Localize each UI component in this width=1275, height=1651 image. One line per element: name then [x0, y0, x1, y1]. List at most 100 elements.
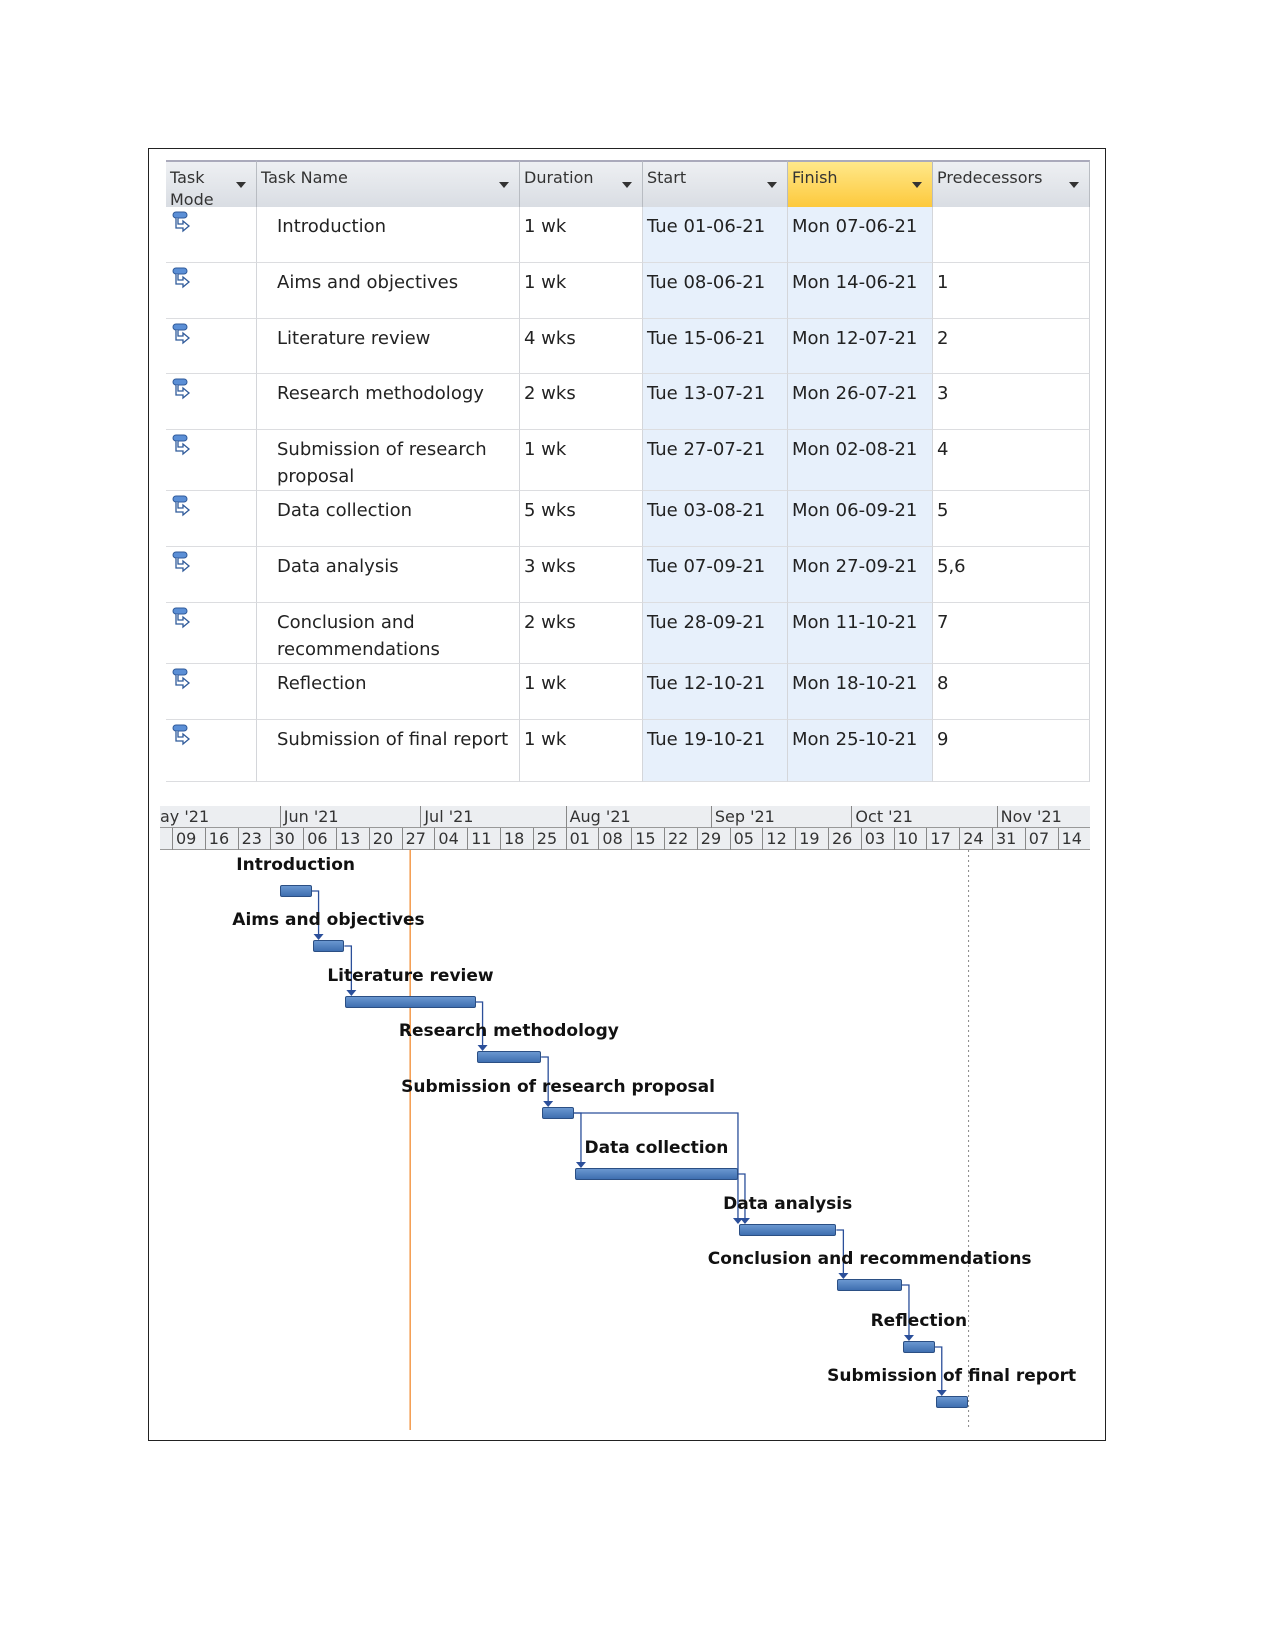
- column-header-finish[interactable]: Finish: [788, 160, 933, 207]
- cell-predecessors[interactable]: 5: [933, 491, 1090, 547]
- cell-predecessors[interactable]: 3: [933, 374, 1090, 430]
- cell-start[interactable]: Tue 07-09-21: [643, 547, 788, 603]
- task-task-name-text: Reflection: [277, 673, 367, 694]
- cell-start[interactable]: Tue 08-06-21: [643, 263, 788, 319]
- cell-task-name[interactable]: Submission of final report: [257, 720, 520, 782]
- task-bar-label: Data collection: [584, 1138, 729, 1158]
- column-header-predecessors[interactable]: Predecessors: [933, 160, 1090, 207]
- cell-task-name[interactable]: Reflection: [257, 664, 520, 720]
- task-bar[interactable]: [476, 1051, 542, 1063]
- task-finish-text: Mon 27-09-21: [792, 556, 918, 577]
- cell-task-name[interactable]: Introduction: [257, 207, 520, 263]
- task-bar-label: Literature review: [327, 966, 494, 986]
- dropdown-arrow-icon[interactable]: [1069, 182, 1079, 188]
- cell-finish[interactable]: Mon 25-10-21: [788, 720, 933, 782]
- cell-start[interactable]: Tue 01-06-21: [643, 207, 788, 263]
- task-bar[interactable]: [542, 1107, 574, 1119]
- cell-predecessors[interactable]: 4: [933, 430, 1090, 491]
- cell-duration[interactable]: 1 wk: [520, 720, 643, 782]
- task-finish-text: Mon 18-10-21: [792, 673, 918, 694]
- task-bar[interactable]: [738, 1224, 837, 1236]
- dropdown-arrow-icon[interactable]: [912, 182, 922, 188]
- cell-finish[interactable]: Mon 06-09-21: [788, 491, 933, 547]
- cell-duration[interactable]: 2 wks: [520, 603, 643, 664]
- cell-predecessors[interactable]: [933, 207, 1090, 263]
- cell-finish[interactable]: Mon 18-10-21: [788, 664, 933, 720]
- cell-finish[interactable]: Mon 27-09-21: [788, 547, 933, 603]
- cell-task-name[interactable]: Aims and objectives: [257, 263, 520, 319]
- cell-task-mode[interactable]: [166, 603, 257, 664]
- task-bar[interactable]: [902, 1341, 935, 1353]
- task-finish-text: Mon 11-10-21: [792, 612, 918, 633]
- cell-start[interactable]: Tue 12-10-21: [643, 664, 788, 720]
- column-header-start[interactable]: Start: [643, 160, 788, 207]
- cell-task-mode[interactable]: [166, 720, 257, 782]
- cell-task-mode[interactable]: [166, 319, 257, 374]
- cell-start[interactable]: Tue 28-09-21: [643, 603, 788, 664]
- cell-predecessors[interactable]: 2: [933, 319, 1090, 374]
- cell-duration[interactable]: 1 wk: [520, 430, 643, 491]
- task-duration-text: 4 wks: [524, 328, 576, 349]
- cell-predecessors[interactable]: 9: [933, 720, 1090, 782]
- cell-duration[interactable]: 5 wks: [520, 491, 643, 547]
- cell-task-name[interactable]: Conclusion and recommendations: [257, 603, 520, 664]
- cell-predecessors[interactable]: 1: [933, 263, 1090, 319]
- task-bar-label: Research methodology: [398, 1021, 619, 1041]
- task-duration-text: 5 wks: [524, 500, 576, 521]
- column-header-duration[interactable]: Duration: [520, 160, 643, 207]
- cell-task-name[interactable]: Research methodology: [257, 374, 520, 430]
- cell-duration[interactable]: 1 wk: [520, 263, 643, 319]
- cell-task-mode[interactable]: [166, 664, 257, 720]
- task-task-name-text: Literature review: [277, 328, 431, 349]
- task-bar[interactable]: [312, 940, 345, 952]
- cell-predecessors[interactable]: 8: [933, 664, 1090, 720]
- cell-task-mode[interactable]: [166, 430, 257, 491]
- task-start-text: Tue 12-10-21: [647, 673, 766, 694]
- task-bar[interactable]: [345, 996, 476, 1008]
- cell-finish[interactable]: Mon 14-06-21: [788, 263, 933, 319]
- cell-finish[interactable]: Mon 12-07-21: [788, 319, 933, 374]
- cell-duration[interactable]: 4 wks: [520, 319, 643, 374]
- cell-duration[interactable]: 1 wk: [520, 207, 643, 263]
- task-bar[interactable]: [279, 885, 312, 897]
- column-header-task-mode[interactable]: Task Mode: [166, 160, 257, 209]
- cell-start[interactable]: Tue 27-07-21: [643, 430, 788, 491]
- task-bar[interactable]: [574, 1168, 738, 1180]
- cell-finish[interactable]: Mon 07-06-21: [788, 207, 933, 263]
- dropdown-arrow-icon[interactable]: [767, 182, 777, 188]
- cell-start[interactable]: Tue 15-06-21: [643, 319, 788, 374]
- column-header-label: Start: [647, 168, 687, 187]
- task-bar-label: Aims and objectives: [232, 910, 425, 930]
- column-header-label: Predecessors: [937, 168, 1043, 187]
- cell-finish[interactable]: Mon 11-10-21: [788, 603, 933, 664]
- task-bar[interactable]: [837, 1279, 902, 1291]
- cell-task-mode[interactable]: [166, 547, 257, 603]
- cell-task-mode[interactable]: [166, 374, 257, 430]
- column-header-label: Task Mode: [170, 168, 214, 209]
- cell-task-mode[interactable]: [166, 491, 257, 547]
- cell-duration[interactable]: 3 wks: [520, 547, 643, 603]
- dropdown-arrow-icon[interactable]: [236, 182, 246, 188]
- cell-task-mode[interactable]: [166, 207, 257, 263]
- cell-duration[interactable]: 1 wk: [520, 664, 643, 720]
- dropdown-arrow-icon[interactable]: [499, 182, 509, 188]
- cell-finish[interactable]: Mon 02-08-21: [788, 430, 933, 491]
- task-duration-text: 1 wk: [524, 673, 567, 694]
- gantt-canvas: [311, 850, 970, 1430]
- dropdown-arrow-icon[interactable]: [622, 182, 632, 188]
- cell-task-name[interactable]: Data analysis: [257, 547, 520, 603]
- column-header-task-name[interactable]: Task Name: [257, 160, 520, 207]
- task-bar[interactable]: [935, 1396, 968, 1408]
- cell-start[interactable]: Tue 13-07-21: [643, 374, 788, 430]
- cell-task-mode[interactable]: [166, 263, 257, 319]
- cell-start[interactable]: Tue 03-08-21: [643, 491, 788, 547]
- cell-task-name[interactable]: Data collection: [257, 491, 520, 547]
- task-finish-text: Mon 12-07-21: [792, 328, 918, 349]
- cell-task-name[interactable]: Literature review: [257, 319, 520, 374]
- cell-start[interactable]: Tue 19-10-21: [643, 720, 788, 782]
- cell-finish[interactable]: Mon 26-07-21: [788, 374, 933, 430]
- cell-task-name[interactable]: Submission of research proposal: [257, 430, 520, 491]
- cell-predecessors[interactable]: 7: [933, 603, 1090, 664]
- cell-duration[interactable]: 2 wks: [520, 374, 643, 430]
- cell-predecessors[interactable]: 5,6: [933, 547, 1090, 603]
